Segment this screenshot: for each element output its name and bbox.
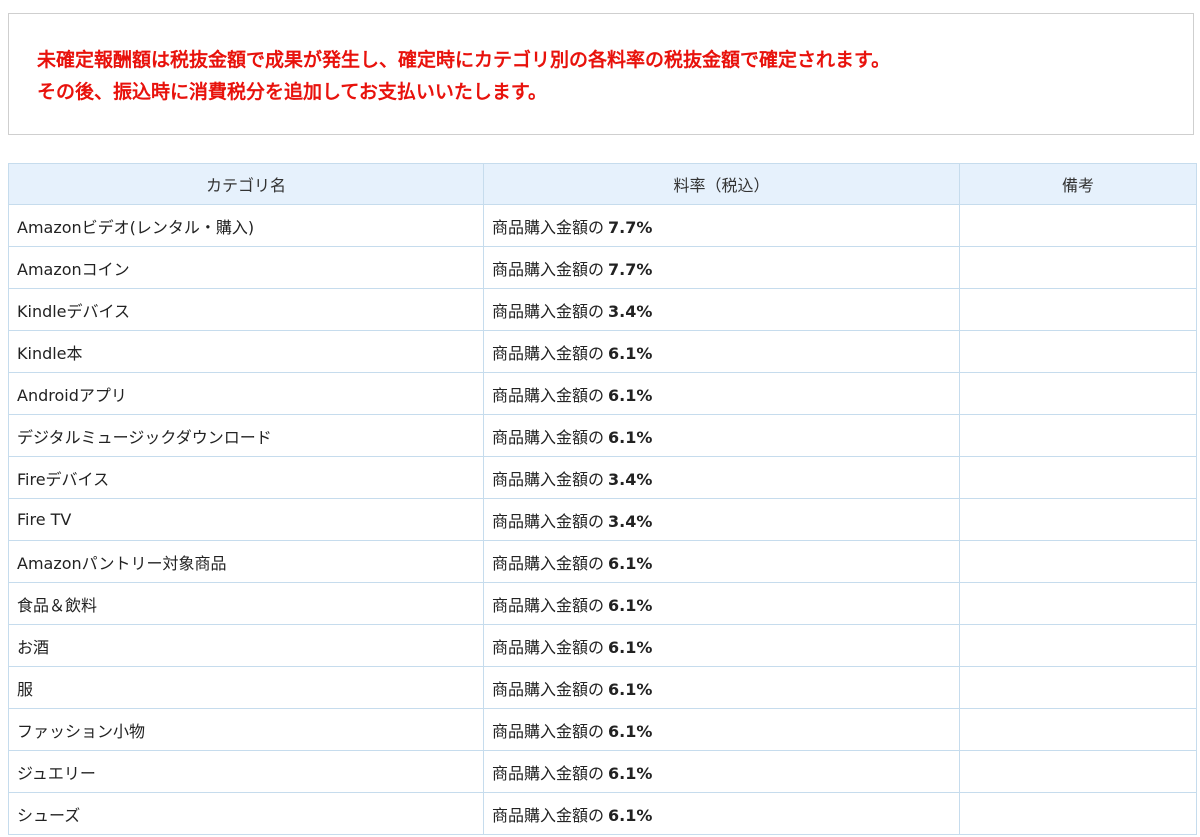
- category-name-cell: 服: [8, 666, 484, 709]
- rate-prefix-text: 商品購入金額の: [492, 259, 605, 279]
- table-row: Amazonコイン 商品購入金額の 7.7%: [8, 246, 1197, 289]
- rate-prefix-text: 商品購入金額の: [492, 385, 605, 405]
- rate-percentage: 3.4%: [608, 301, 653, 321]
- rate-prefix-text: 商品購入金額の: [492, 553, 605, 573]
- table-row: Fireデバイス 商品購入金額の 3.4%: [8, 456, 1197, 499]
- rate-cell: 商品購入金額の 6.1%: [483, 624, 960, 667]
- table-row: ファッション小物 商品購入金額の 6.1%: [8, 708, 1197, 751]
- note-cell: [959, 372, 1197, 415]
- rate-prefix-text: 商品購入金額の: [492, 595, 605, 615]
- rate-percentage: 7.7%: [608, 259, 653, 279]
- rate-cell: 商品購入金額の 6.1%: [483, 666, 960, 709]
- rate-prefix-text: 商品購入金額の: [492, 427, 605, 447]
- category-name-cell: シューズ: [8, 792, 484, 835]
- note-cell: [959, 582, 1197, 625]
- rate-percentage: 6.1%: [608, 721, 653, 741]
- tax-notice-line-2: その後、振込時に消費税分を追加してお支払いいたします。: [37, 81, 547, 103]
- rate-prefix-text: 商品購入金額の: [492, 301, 605, 321]
- note-cell: [959, 624, 1197, 667]
- commission-rates-table: カテゴリ名 料率（税込） 備考 Amazonビデオ(レンタル・購入) 商品購入金額…: [8, 163, 1197, 835]
- category-name-cell: Fireデバイス: [8, 456, 484, 499]
- rate-prefix-text: 商品購入金額の: [492, 637, 605, 657]
- table-header-row: カテゴリ名 料率（税込） 備考: [8, 163, 1197, 205]
- table-row: Amazonビデオ(レンタル・購入) 商品購入金額の 7.7%: [8, 204, 1197, 247]
- rate-cell: 商品購入金額の 6.1%: [483, 708, 960, 751]
- rate-percentage: 6.1%: [608, 595, 653, 615]
- column-header-note: 備考: [959, 163, 1197, 205]
- rate-cell: 商品購入金額の 3.4%: [483, 456, 960, 499]
- category-name-cell: Amazonパントリー対象商品: [8, 540, 484, 583]
- rate-percentage: 6.1%: [608, 427, 653, 447]
- table-body: Amazonビデオ(レンタル・購入) 商品購入金額の 7.7% Amazonコイン 商品…: [8, 204, 1197, 835]
- category-name-cell: デジタルミュージックダウンロード: [8, 414, 484, 457]
- note-cell: [959, 456, 1197, 499]
- category-name-cell: ファッション小物: [8, 708, 484, 751]
- rate-prefix-text: 商品購入金額の: [492, 343, 605, 363]
- note-cell: [959, 498, 1197, 541]
- note-cell: [959, 246, 1197, 289]
- rate-prefix-text: 商品購入金額の: [492, 511, 605, 531]
- table-row: Kindleデバイス 商品購入金額の 3.4%: [8, 288, 1197, 331]
- rate-cell: 商品購入金額の 6.1%: [483, 330, 960, 373]
- rate-cell: 商品購入金額の 6.1%: [483, 792, 960, 835]
- table-row: Kindle本 商品購入金額の 6.1%: [8, 330, 1197, 373]
- rate-percentage: 6.1%: [608, 385, 653, 405]
- rate-prefix-text: 商品購入金額の: [492, 721, 605, 741]
- table-row: ジュエリー 商品購入金額の 6.1%: [8, 750, 1197, 793]
- table-row: 服商品購入金額の 6.1%: [8, 666, 1197, 709]
- rate-cell: 商品購入金額の 7.7%: [483, 204, 960, 247]
- rate-percentage: 6.1%: [608, 343, 653, 363]
- rate-cell: 商品購入金額の 6.1%: [483, 750, 960, 793]
- rate-cell: 商品購入金額の 3.4%: [483, 498, 960, 541]
- rate-cell: 商品購入金額の 6.1%: [483, 582, 960, 625]
- note-cell: [959, 414, 1197, 457]
- rate-cell: 商品購入金額の 6.1%: [483, 414, 960, 457]
- rate-percentage: 3.4%: [608, 511, 653, 531]
- column-header-category: カテゴリ名: [8, 163, 484, 205]
- rate-percentage: 6.1%: [608, 637, 653, 657]
- rate-percentage: 6.1%: [608, 805, 653, 825]
- table-row: Amazonパントリー対象商品 商品購入金額の 6.1%: [8, 540, 1197, 583]
- tax-notice-box: 未確定報酬額は税抜金額で成果が発生し、確定時にカテゴリ別の各料率の税抜金額で確定…: [8, 13, 1194, 135]
- rate-percentage: 6.1%: [608, 679, 653, 699]
- note-cell: [959, 750, 1197, 793]
- rate-cell: 商品購入金額の 7.7%: [483, 246, 960, 289]
- note-cell: [959, 204, 1197, 247]
- rate-cell: 商品購入金額の 6.1%: [483, 540, 960, 583]
- table-row: お酒 商品購入金額の 6.1%: [8, 624, 1197, 667]
- note-cell: [959, 540, 1197, 583]
- rate-percentage: 7.7%: [608, 217, 653, 237]
- table-row: シューズ 商品購入金額の 6.1%: [8, 792, 1197, 835]
- note-cell: [959, 330, 1197, 373]
- category-name-cell: Fire TV: [8, 498, 484, 541]
- category-name-cell: 食品＆飲料: [8, 582, 484, 625]
- rate-prefix-text: 商品購入金額の: [492, 469, 605, 489]
- category-name-cell: Amazonコイン: [8, 246, 484, 289]
- tax-notice-line-1: 未確定報酬額は税抜金額で成果が発生し、確定時にカテゴリ別の各料率の税抜金額で確定…: [37, 49, 891, 71]
- column-header-rate: 料率（税込）: [483, 163, 960, 205]
- note-cell: [959, 792, 1197, 835]
- rate-prefix-text: 商品購入金額の: [492, 805, 605, 825]
- note-cell: [959, 708, 1197, 751]
- category-name-cell: Kindle本: [8, 330, 484, 373]
- table-row: 食品＆飲料 商品購入金額の 6.1%: [8, 582, 1197, 625]
- table-row: Androidアプリ 商品購入金額の 6.1%: [8, 372, 1197, 415]
- category-name-cell: Kindleデバイス: [8, 288, 484, 331]
- note-cell: [959, 666, 1197, 709]
- rate-cell: 商品購入金額の 6.1%: [483, 372, 960, 415]
- table-row: Fire TV 商品購入金額の 3.4%: [8, 498, 1197, 541]
- rate-prefix-text: 商品購入金額の: [492, 679, 605, 699]
- rate-prefix-text: 商品購入金額の: [492, 763, 605, 783]
- category-name-cell: Amazonビデオ(レンタル・購入): [8, 204, 484, 247]
- rate-prefix-text: 商品購入金額の: [492, 217, 605, 237]
- rate-percentage: 6.1%: [608, 553, 653, 573]
- table-row: デジタルミュージックダウンロード 商品購入金額の 6.1%: [8, 414, 1197, 457]
- category-name-cell: Androidアプリ: [8, 372, 484, 415]
- rate-percentage: 6.1%: [608, 763, 653, 783]
- note-cell: [959, 288, 1197, 331]
- rate-cell: 商品購入金額の 3.4%: [483, 288, 960, 331]
- rate-percentage: 3.4%: [608, 469, 653, 489]
- category-name-cell: ジュエリー: [8, 750, 484, 793]
- category-name-cell: お酒: [8, 624, 484, 667]
